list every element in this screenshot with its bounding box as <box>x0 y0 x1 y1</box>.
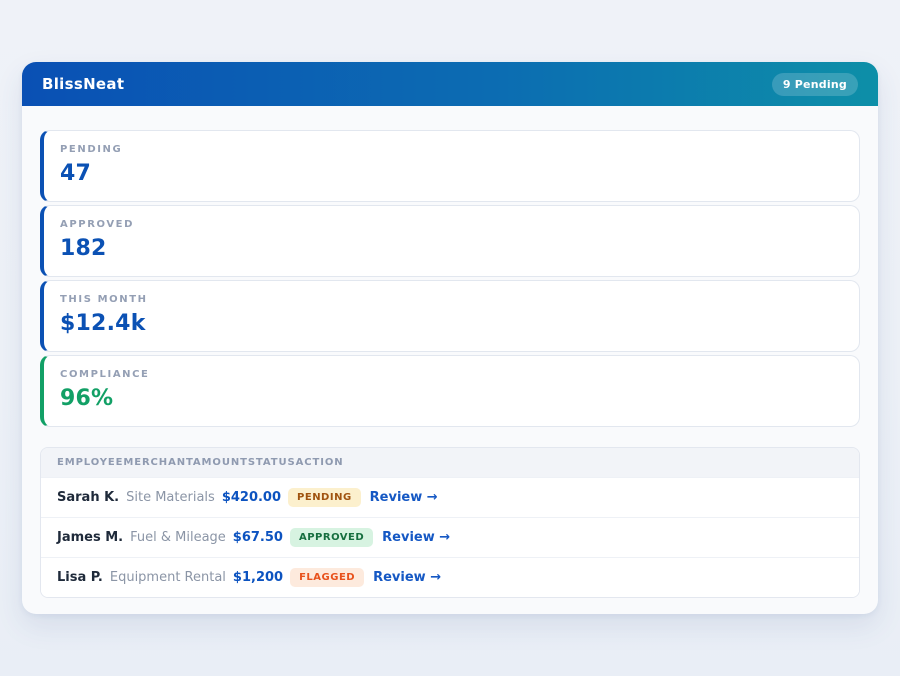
stat-value: 182 <box>60 236 843 261</box>
amount-value: $420.00 <box>222 490 281 505</box>
stat-card-approved: APPROVED 182 <box>40 205 860 277</box>
stat-label: COMPLIANCE <box>60 369 843 380</box>
status-badge: FLAGGED <box>290 568 364 587</box>
card-body: PENDING 47 APPROVED 182 THIS MONTH $12.4… <box>22 106 878 614</box>
status-badge: APPROVED <box>290 528 373 547</box>
review-link[interactable]: Review → <box>382 530 450 545</box>
expenses-table: EMPLOYEEMERCHANTAMOUNTSTATUSACTION Sarah… <box>40 447 860 598</box>
merchant-name: Fuel & Mileage <box>130 530 226 545</box>
table-row: Lisa P. Equipment Rental $1,200 FLAGGED … <box>41 557 859 597</box>
table-row: Sarah K. Site Materials $420.00 PENDING … <box>41 477 859 517</box>
stat-card-pending: PENDING 47 <box>40 130 860 202</box>
merchant-name: Site Materials <box>126 490 215 505</box>
col-header-status: STATUS <box>248 457 296 468</box>
review-link[interactable]: Review → <box>373 570 441 585</box>
col-header-action: ACTION <box>296 457 344 468</box>
app-header: BlissNeat 9 Pending <box>22 62 878 106</box>
employee-name: Lisa P. <box>57 570 103 585</box>
table-header-row: EMPLOYEEMERCHANTAMOUNTSTATUSACTION <box>41 448 859 477</box>
employee-name: James M. <box>57 530 123 545</box>
col-header-merchant: MERCHANT <box>123 457 193 468</box>
stat-label: APPROVED <box>60 219 843 230</box>
stat-label: THIS MONTH <box>60 294 843 305</box>
stat-value: 47 <box>60 161 843 186</box>
employee-name: Sarah K. <box>57 490 119 505</box>
review-link[interactable]: Review → <box>370 490 438 505</box>
amount-value: $1,200 <box>233 570 283 585</box>
table-row: James M. Fuel & Mileage $67.50 APPROVED … <box>41 517 859 557</box>
stat-card-compliance: COMPLIANCE 96% <box>40 355 860 427</box>
main-card: BlissNeat 9 Pending PENDING 47 APPROVED … <box>22 62 878 614</box>
col-header-employee: EMPLOYEE <box>57 457 123 468</box>
merchant-name: Equipment Rental <box>110 570 226 585</box>
col-header-amount: AMOUNT <box>193 457 248 468</box>
stat-value: $12.4k <box>60 311 843 336</box>
status-badge: PENDING <box>288 488 361 507</box>
stat-card-this-month: THIS MONTH $12.4k <box>40 280 860 352</box>
app-title: BlissNeat <box>42 75 124 93</box>
amount-value: $67.50 <box>233 530 283 545</box>
pending-count-badge: 9 Pending <box>772 73 858 96</box>
stat-label: PENDING <box>60 144 843 155</box>
stat-value: 96% <box>60 386 843 411</box>
